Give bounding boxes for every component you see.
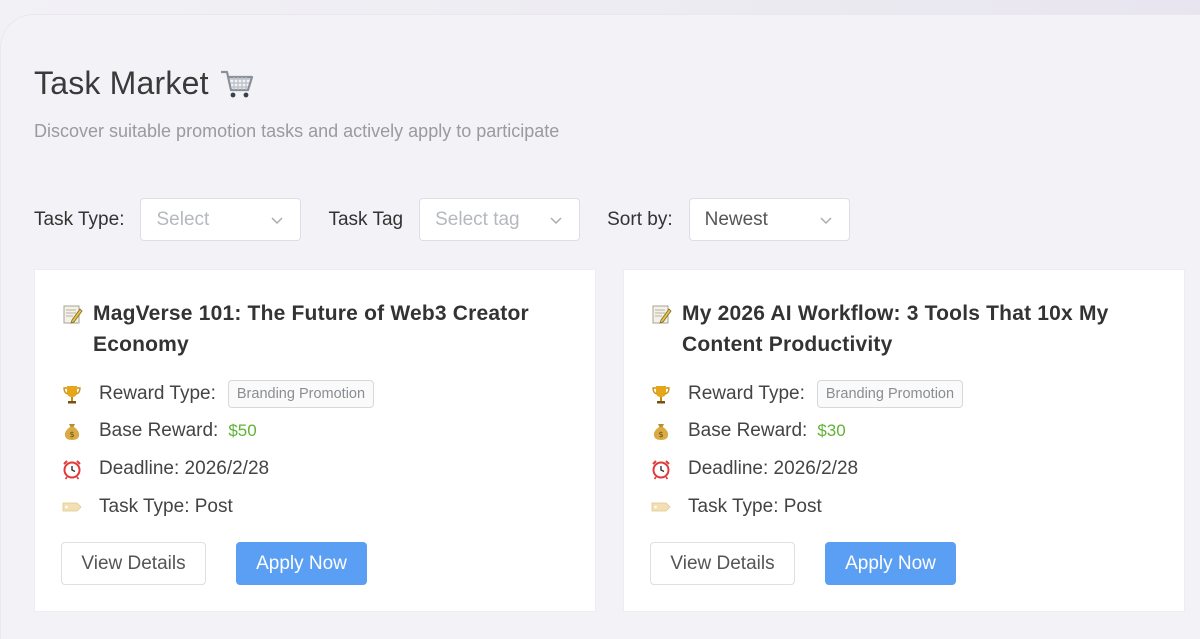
reward-type-badge: Branding Promotion [227, 380, 375, 408]
task-type-text: Task Type: Post [688, 496, 822, 517]
task-tag-select[interactable]: Select tag [419, 198, 581, 241]
chevron-down-icon [271, 216, 284, 224]
deadline-row: Deadline: 2026/2/28 [61, 458, 269, 480]
apply-now-button[interactable]: Apply Now [236, 542, 367, 585]
task-type-select-placeholder: Select [156, 208, 210, 230]
alarm-clock-icon [652, 460, 670, 480]
page-title: Task Market [34, 65, 255, 102]
task-tag-filter-label: Task Tag [328, 208, 404, 230]
deadline-text: Deadline: 2026/2/28 [99, 458, 270, 479]
base-reward-label: Base Reward: [99, 420, 219, 441]
sort-by-select[interactable]: Newest [688, 198, 850, 241]
sort-by-select-value: Newest [704, 208, 768, 230]
task-tag-select-placeholder: Select tag [435, 208, 520, 230]
money-bag-icon: $ [653, 424, 669, 440]
chevron-down-icon [820, 216, 832, 224]
deadline-text: Deadline: 2026/2/28 [688, 458, 859, 479]
reward-type-row: Reward Type: Branding Promotion [61, 380, 375, 408]
base-reward-label: Base Reward: [688, 420, 808, 441]
task-title: MagVerse 101: The Future of Web3 Creator… [93, 302, 529, 356]
svg-text:$: $ [658, 430, 663, 439]
reward-type-label: Reward Type: [688, 383, 805, 404]
shopping-cart-icon [220, 70, 253, 97]
money-bag-icon: $ [64, 424, 80, 440]
view-details-button[interactable]: View Details [61, 542, 206, 585]
task-type-text: Task Type: Post [99, 496, 233, 517]
svg-text:$: $ [69, 430, 74, 439]
task-type-row: Task Type: Post [61, 496, 233, 518]
memo-icon [652, 305, 672, 324]
trophy-icon [63, 386, 81, 404]
base-reward-row: $ Base Reward: $50 [61, 420, 257, 442]
memo-icon [63, 305, 83, 324]
task-card-title: My 2026 AI Workflow: 3 Tools That 10x My… [650, 298, 1150, 360]
task-card: MagVerse 101: The Future of Web3 Creator… [34, 269, 596, 612]
task-card-title: MagVerse 101: The Future of Web3 Creator… [61, 298, 561, 360]
task-card: My 2026 AI Workflow: 3 Tools That 10x My… [623, 269, 1185, 612]
task-title: My 2026 AI Workflow: 3 Tools That 10x My… [682, 302, 1109, 356]
reward-type-row: Reward Type: Branding Promotion [650, 380, 964, 408]
chevron-down-icon [550, 216, 562, 224]
sort-by-label: Sort by: [607, 208, 673, 230]
reward-type-badge: Branding Promotion [816, 380, 964, 408]
alarm-clock-icon [63, 460, 81, 480]
reward-type-label: Reward Type: [99, 383, 216, 404]
base-reward-value: $50 [228, 421, 257, 440]
base-reward-row: $ Base Reward: $30 [650, 420, 846, 442]
task-type-filter-label: Task Type: [34, 208, 125, 230]
base-reward-value: $30 [817, 421, 846, 440]
task-type-select[interactable]: Select [140, 198, 302, 241]
label-tag-icon [651, 502, 671, 512]
trophy-icon [652, 386, 670, 404]
page-title-text: Task Market [34, 65, 209, 101]
page-subtitle: Discover suitable promotion tasks and ac… [34, 121, 560, 141]
label-tag-icon [62, 502, 82, 512]
deadline-row: Deadline: 2026/2/28 [650, 458, 858, 480]
task-type-row: Task Type: Post [650, 496, 822, 518]
apply-now-button[interactable]: Apply Now [825, 542, 956, 585]
filter-bar: Task Type: Select Task Tag Select tag So… [34, 198, 877, 241]
view-details-button[interactable]: View Details [650, 542, 795, 585]
